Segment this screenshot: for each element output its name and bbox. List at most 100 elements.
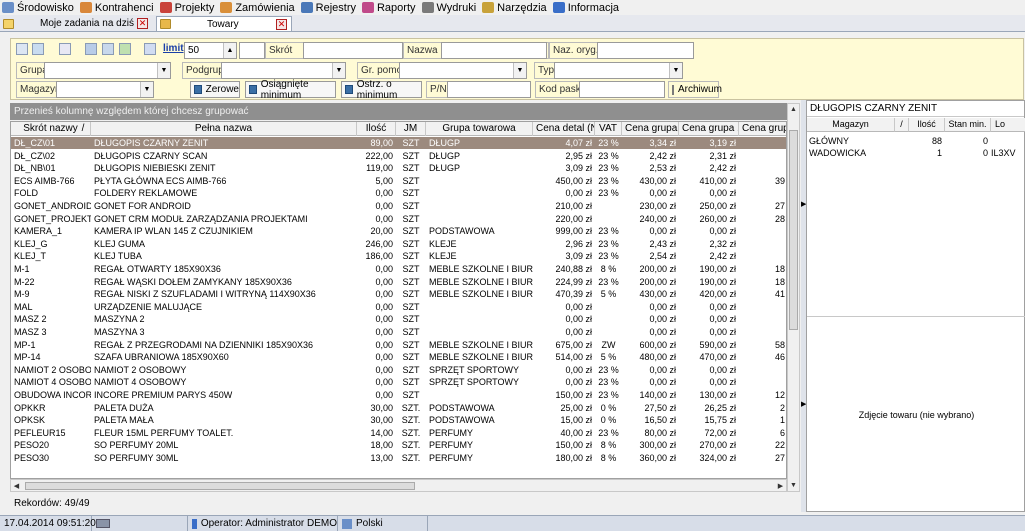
scroll-right-icon[interactable]: ▶ <box>775 480 786 491</box>
table-row[interactable]: MP-14 SZAFA UBRANIOWA 185X90X60 0,00 SZT MEB… <box>11 351 786 363</box>
stock-col-ilosc[interactable]: Ilość <box>909 118 945 132</box>
table-row[interactable]: DŁ_CZ\02 DŁUGOPIS CZARNY SCAN 222,00 SZT DŁU… <box>11 150 786 162</box>
table-row[interactable]: FOLD FOLDERY REKLAMOWE 0,00 SZT 0,00 zł 23 % 0… <box>11 187 786 199</box>
ostrz-minimum-button[interactable]: Ostrz. o minimum <box>341 79 422 101</box>
skrot-input[interactable] <box>303 42 403 59</box>
naz-oryg-input[interactable] <box>597 42 694 59</box>
menu-item-projekty[interactable]: Projekty <box>158 0 219 15</box>
column-header[interactable]: Cena grupa ... <box>679 122 739 136</box>
status-printer[interactable] <box>92 516 188 531</box>
column-header[interactable]: VAT <box>595 122 622 136</box>
podgrupa-combo[interactable]: ▼ <box>221 62 346 79</box>
column-header[interactable]: Cena grupa ... <box>622 122 679 136</box>
gr-pomoc-combo[interactable]: ▼ <box>399 62 527 79</box>
tab-products[interactable]: Towary ✕ <box>156 16 292 31</box>
column-header[interactable]: Ilość <box>357 122 396 136</box>
typ-combo[interactable]: ▼ <box>554 62 683 79</box>
horizontal-scrollbar[interactable]: ◀ ▶ <box>10 479 787 492</box>
table-row[interactable]: DŁ_CZ\01 DŁUGOPIS CZARNY ZENIT 89,00 SZT DŁU… <box>11 137 786 149</box>
table-row[interactable]: NAMIOT 2 OSOBOWYNAMIOT 2 OSOBOWY 0,00 SZT S… <box>11 364 786 376</box>
export-icon[interactable] <box>59 43 71 55</box>
osiagniete-minimum-button[interactable]: Osiągnięte minimum <box>245 79 336 101</box>
menu-item-informacja[interactable]: Informacja <box>551 0 623 15</box>
table-row[interactable]: KLEJ_T KLEJ TUBA 186,00 SZT KLEJE 3,09 zł 23 %… <box>11 250 786 262</box>
stock-col-lo[interactable]: Lo <box>991 118 1025 132</box>
table-cell: 0,00 zł <box>565 188 592 199</box>
table-row[interactable]: OBUDOWA INCORE PINCORE PREMIUM PARYS 450… <box>11 389 786 401</box>
scroll-left-icon[interactable]: ◀ <box>11 480 22 491</box>
table-row[interactable]: GONET_ANDROID GONET FOR ANDROID 0,00 SZT 210… <box>11 200 786 212</box>
menu-item-zamowienia[interactable]: Zamówienia <box>218 0 298 15</box>
table-cell: SZT. <box>401 453 421 463</box>
table-row[interactable]: KAMERA_1 KAMERA IP WLAN 145 Z CZUJNIKIEM 2… <box>11 225 786 237</box>
vertical-scrollbar[interactable]: ▲ ▼ <box>787 103 800 492</box>
table-cell: GONET FOR ANDROID <box>94 201 191 211</box>
menu-item-wydruki[interactable]: Wydruki <box>420 0 481 15</box>
table-row[interactable]: M-9 REGAŁ NISKI Z SZUFLADAMI I WITRYNĄ 11… <box>11 288 786 300</box>
refresh-icon[interactable] <box>119 43 131 55</box>
menu-item-srodowisko[interactable]: Środowisko <box>0 0 78 15</box>
table-row[interactable]: M-22 REGAŁ WĄSKI DOŁEM ZAMYKANY 185X90X36… <box>11 276 786 288</box>
group-by-bar[interactable]: Przenieś kolumnę względem której chcesz … <box>10 103 787 120</box>
table-row[interactable]: NAMIOT 4 OSOBOWYNAMIOT 4 OSOBOWY 0,00 SZT S… <box>11 376 786 388</box>
archiwum-checkbox[interactable]: Archiwum <box>668 81 722 98</box>
table-row[interactable]: GONET_PROJEKTY GONET CRM MODUŁ ZARZĄDZANI… <box>11 213 786 225</box>
copy-icon[interactable] <box>102 43 114 55</box>
limit-extra-input[interactable] <box>239 42 265 59</box>
column-header[interactable]: JM <box>396 122 426 136</box>
table-row[interactable]: PEFLEUR15 FLEUR 15ML PERFUMY TOALET. 14,00… <box>11 427 786 439</box>
table-cell: SZT. <box>401 440 421 451</box>
table-row[interactable]: M-1 REGAŁ OTWARTY 185X90X36 0,00 SZT MEBLE S… <box>11 263 786 275</box>
menu-item-raporty[interactable]: Raporty <box>360 0 420 15</box>
table-cell <box>739 364 786 376</box>
grid-view-icon[interactable] <box>85 43 97 55</box>
nazwa-input[interactable] <box>441 42 547 59</box>
product-photo[interactable]: Zdjęcie towaru (nie wybrano) <box>807 316 1025 512</box>
column-header[interactable]: Grupa towarowa <box>426 122 533 136</box>
limit-label[interactable]: limit <box>163 43 184 54</box>
pn-input[interactable] <box>447 81 531 98</box>
grupa-combo[interactable]: ▼ <box>44 62 171 79</box>
table-cell: REGAŁ WĄSKI DOŁEM ZAMYKANY 185X90X36 <box>94 276 292 287</box>
close-icon[interactable]: ✕ <box>276 18 287 30</box>
scroll-up-icon[interactable]: ▲ <box>788 104 799 115</box>
status-datetime: 17.04.2014 09:51:20 <box>0 516 96 531</box>
stock-col-magazyn[interactable]: Magazyn <box>807 118 895 132</box>
zerowe-button[interactable]: Zerowe <box>190 81 240 98</box>
table-row[interactable]: MASZ 3 MASZYNA 3 0,00 SZT 0,00 zł 0,00 zł 0,00… <box>11 326 786 338</box>
new-icon[interactable] <box>16 43 28 55</box>
table-row[interactable]: PESO30 SO PERFUMY 30ML 13,00 SZT. PERFUMY 180… <box>11 452 786 464</box>
table-cell: SZT <box>402 301 420 312</box>
table-row[interactable]: DŁ_NB\01 DŁUGOPIS NIEBIESKI ZENIT 119,00 SZ… <box>11 162 786 174</box>
table-row[interactable]: MP-1 REGAŁ Z PRZEGRODAMI NA DZIENNIKI 185… <box>11 339 786 351</box>
column-header[interactable]: Cena grupa <box>739 122 786 136</box>
scroll-thumb[interactable] <box>25 482 415 490</box>
table-row[interactable]: MASZ 2 MASZYNA 2 0,00 SZT 0,00 zł 0,00 zł 0,00… <box>11 313 786 325</box>
limit-input[interactable]: 50 <box>184 42 224 59</box>
kod-pask-input[interactable] <box>579 81 665 98</box>
scroll-thumb[interactable] <box>789 130 798 330</box>
scroll-down-icon[interactable]: ▼ <box>788 480 799 491</box>
table-row[interactable]: ECS AIMB-766 PŁYTA GŁÓWNA ECS AIMB-766 5,0… <box>11 175 786 187</box>
status-operator: Operator: Administrator DEMO <box>188 516 338 531</box>
menu-item-narzedzia[interactable]: Narzędzia <box>480 0 551 15</box>
column-header[interactable]: Pełna nazwa <box>91 122 357 136</box>
table-row[interactable]: OPKSK PALETA MAŁA 30,00 SZT. PODSTAWOWA 15,00… <box>11 414 786 426</box>
tab-my-tasks[interactable]: Moje zadania na dziś ✕ <box>0 16 152 31</box>
print-icon[interactable] <box>144 43 156 55</box>
table-row[interactable]: KLEJ_G KLEJ GUMA 246,00 SZT KLEJE 2,96 zł 23 %… <box>11 238 786 250</box>
edit-icon[interactable] <box>32 43 44 55</box>
magazyn-combo[interactable]: ▼ <box>56 81 154 98</box>
table-row[interactable]: OPKKR PALETA DUŻA 30,00 SZT. PODSTAWOWA 25,00… <box>11 402 786 414</box>
user-icon <box>192 518 197 529</box>
stock-col-stan-min[interactable]: Stan min. <box>945 118 991 132</box>
table-row[interactable]: PESO20 SO PERFUMY 20ML 18,00 SZT. PERFUMY 150… <box>11 439 786 451</box>
table-row[interactable]: MAL URZĄDZENIE MALUJĄCE 0,00 SZT 0,00 zł 0,00… <box>11 301 786 313</box>
limit-spinner[interactable]: ▲ <box>223 42 237 59</box>
menu-item-kontrahenci[interactable]: Kontrahenci <box>78 0 158 15</box>
menu-item-rejestry[interactable]: Rejestry <box>299 0 360 15</box>
column-header[interactable]: Cena detal (N) <box>533 122 595 136</box>
table-cell <box>595 213 622 225</box>
close-icon[interactable]: ✕ <box>137 18 148 29</box>
table-cell: 23 % <box>598 150 619 161</box>
